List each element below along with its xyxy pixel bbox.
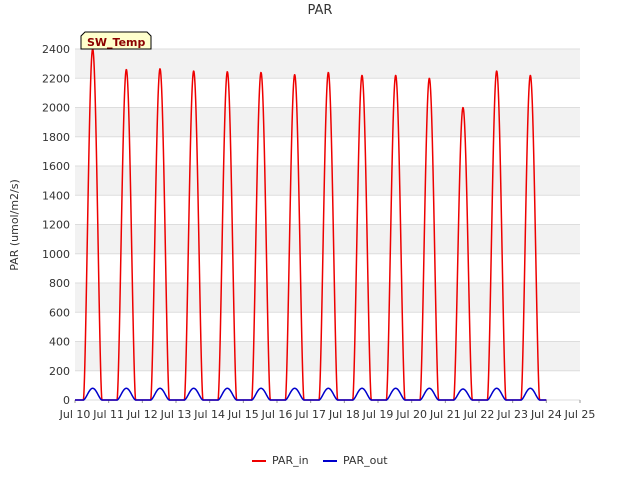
badge-label: SW_Temp	[87, 36, 146, 49]
legend-label-par-out: PAR_out	[343, 454, 388, 467]
y-tick-label: 0	[63, 394, 70, 407]
series-line-par-out	[74, 387, 547, 401]
x-tick-label: Jul 23	[496, 408, 528, 421]
y-tick-label: 200	[49, 365, 70, 378]
x-tick-label: Jul 25	[564, 408, 596, 421]
y-axis-label: PAR (umol/m2/s)	[8, 179, 21, 271]
legend: PAR_in PAR_out	[252, 454, 388, 467]
y-tick-labels: 0 200 400 600 800 1000 1200 1400 1600 1800 2000 220…	[42, 43, 70, 407]
x-tick-label: Jul 11	[92, 408, 124, 421]
y-tick-label: 600	[49, 306, 70, 319]
y-tick-label: 400	[49, 336, 70, 349]
y-tick-label: 2400	[42, 43, 70, 56]
y-tick-label: 1400	[42, 189, 70, 202]
sw-temp-badge: SW_Temp	[80, 31, 152, 50]
x-tick-label: Jul 20	[395, 408, 427, 421]
grid-band	[75, 166, 580, 196]
background-bands	[75, 49, 580, 371]
y-tick-label: 1200	[42, 219, 70, 232]
x-tick-label: Jul 10	[59, 408, 91, 421]
x-tick-label: Jul 16	[261, 408, 293, 421]
x-tick-label: Jul 17	[294, 408, 326, 421]
x-tick-label: Jul 15	[227, 408, 259, 421]
y-tick-label: 1000	[42, 248, 70, 261]
grid-band	[75, 283, 580, 313]
grid-band	[75, 224, 580, 254]
x-tick-label: Jul 18	[328, 408, 360, 421]
y-tick-label: 1800	[42, 131, 70, 144]
x-tick-label: Jul 22	[463, 408, 495, 421]
x-tick-label: Jul 21	[429, 408, 461, 421]
grid-band	[75, 107, 580, 137]
chart-container: 0 200 400 600 800 1000 1200 1400 1600 1800 2000 220…	[0, 0, 640, 480]
chart-title: PAR	[308, 3, 333, 18]
x-tick-label: Jul 24	[530, 408, 562, 421]
y-tick-label: 2000	[42, 102, 70, 115]
x-tick-label: Jul 19	[362, 408, 394, 421]
x-tick-labels: Jul 10 Jul 11 Jul 12 Jul 13 Jul 14 Jul 15 Jul …	[59, 408, 596, 421]
x-tick-label: Jul 13	[160, 408, 192, 421]
x-tick-label: Jul 12	[126, 408, 158, 421]
y-tick-label: 1600	[42, 160, 70, 173]
y-tick-label: 800	[49, 277, 70, 290]
x-tick-label: Jul 14	[193, 408, 225, 421]
par-chart: 0 200 400 600 800 1000 1200 1400 1600 1800 2000 220…	[8, 3, 596, 467]
legend-label-par-in: PAR_in	[272, 454, 309, 467]
y-tick-label: 2200	[42, 72, 70, 85]
